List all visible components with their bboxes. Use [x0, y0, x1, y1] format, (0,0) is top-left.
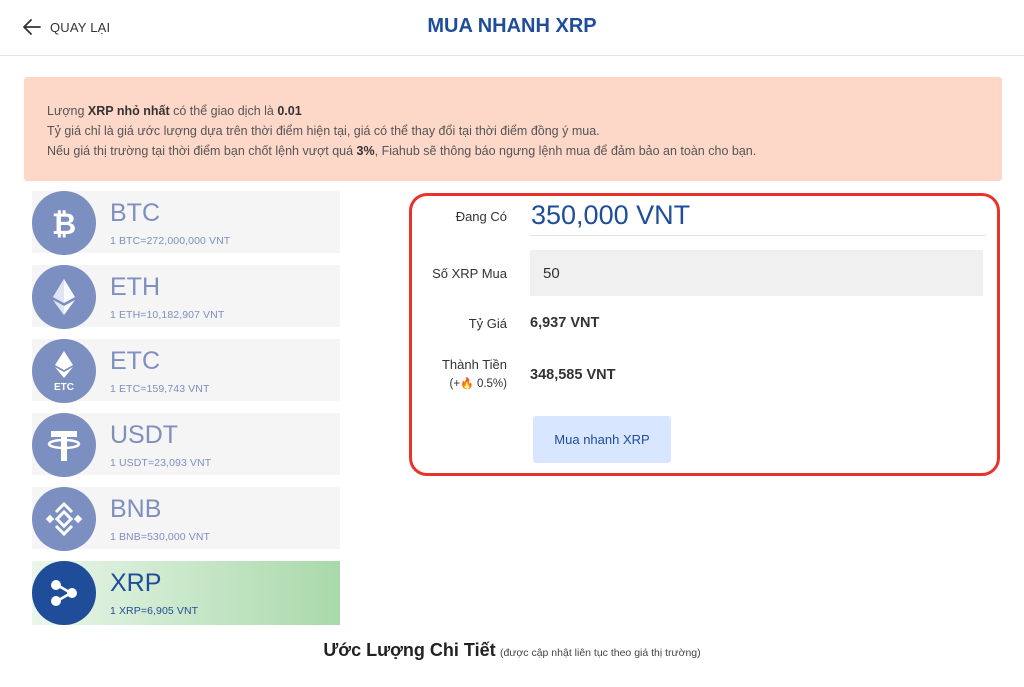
coin-item-xrp[interactable]: XRP 1 XRP=6,905 VNT: [32, 561, 340, 625]
coin-rate: 1 BNB=530,000 VNT: [110, 531, 211, 543]
coin-rate: 1 ETC=159,743 VNT: [110, 383, 210, 395]
rate-value: 6,937 VNT: [530, 315, 600, 331]
estimate-title: Ước Lượng Chi Tiết: [323, 640, 496, 660]
fire-icon: 🔥: [460, 378, 474, 390]
coin-rate: 1 ETH=10,182,907 VNT: [110, 309, 225, 321]
coin-name: ETC: [110, 347, 160, 375]
coin-item-etc[interactable]: ETC ETC 1 ETC=159,743 VNT: [32, 339, 340, 403]
coin-name: BNB: [110, 495, 162, 523]
coin-item-bnb[interactable]: BNB 1 BNB=530,000 VNT: [32, 487, 340, 551]
coin-list: ₿ BTC 1 BTC=272,000,000 VNT ETH 1 ETH=10…: [32, 191, 340, 637]
coin-name: XRP: [110, 569, 162, 597]
notice-min-coin: XRP nhỏ nhất: [87, 104, 170, 118]
coin-item-usdt[interactable]: USDT 1 USDT=23,093 VNT: [32, 413, 340, 477]
ethereum-icon: [32, 265, 96, 329]
info-notice: Lượng XRP nhỏ nhất có thể giao dịch là 0…: [24, 77, 1002, 181]
estimate-heading: Ước Lượng Chi Tiết (được cập nhật liên t…: [0, 640, 1024, 661]
page-title: MUA NHANH XRP: [427, 15, 597, 37]
bitcoin-icon: ₿: [32, 191, 96, 255]
quantity-input[interactable]: [530, 250, 983, 296]
rate-label: Tỷ Giá: [468, 316, 507, 331]
coin-rate: 1 XRP=6,905 VNT: [110, 605, 199, 617]
coin-item-eth[interactable]: ETH 1 ETH=10,182,907 VNT: [32, 265, 340, 329]
notice-line-threshold: Nếu giá thị trường tại thời điểm bạn chố…: [47, 144, 757, 158]
coin-item-btc[interactable]: ₿ BTC 1 BTC=272,000,000 VNT: [32, 191, 340, 255]
coin-rate: 1 BTC=272,000,000 VNT: [110, 235, 231, 247]
total-label: Thành Tiền: [441, 357, 507, 372]
notice-line-rate: Tỷ giá chỉ là giá ước lượng dựa trên thờ…: [47, 124, 600, 138]
coin-name: BTC: [110, 199, 160, 227]
quick-buy-button[interactable]: Mua nhanh XRP: [533, 416, 671, 463]
balance-value: 350,000 VNT: [531, 200, 691, 230]
fee-note: (+🔥 0.5%): [449, 378, 508, 390]
ethereum-classic-icon: ETC: [32, 339, 96, 403]
ripple-icon: [32, 561, 96, 625]
top-bar: QUAY LẠI MUA NHANH XRP: [0, 0, 1024, 56]
total-value: 348,585 VNT: [530, 367, 616, 383]
divider: [530, 235, 986, 236]
tether-icon: [32, 413, 96, 477]
svg-text:₿: ₿: [52, 207, 76, 242]
coin-name: USDT: [110, 421, 179, 449]
notice-min-value: 0.01: [277, 104, 302, 118]
quantity-label: Số XRP Mua: [432, 266, 507, 281]
purchase-panel: Đang Có 350,000 VNT Số XRP Mua Tỷ Giá 6,…: [409, 193, 1000, 476]
balance-label: Đang Có: [455, 209, 507, 224]
notice-line-min-amount: Lượng XRP nhỏ nhất có thể giao dịch là 0…: [47, 104, 302, 118]
estimate-subtitle: (được cập nhật liên tục theo giá thị trư…: [500, 647, 701, 659]
notice-threshold-value: 3%: [356, 144, 375, 158]
coin-name: ETH: [110, 273, 160, 301]
coin-rate: 1 USDT=23,093 VNT: [110, 457, 212, 469]
etc-icon-text: ETC: [54, 382, 74, 391]
binance-icon: [32, 487, 96, 551]
